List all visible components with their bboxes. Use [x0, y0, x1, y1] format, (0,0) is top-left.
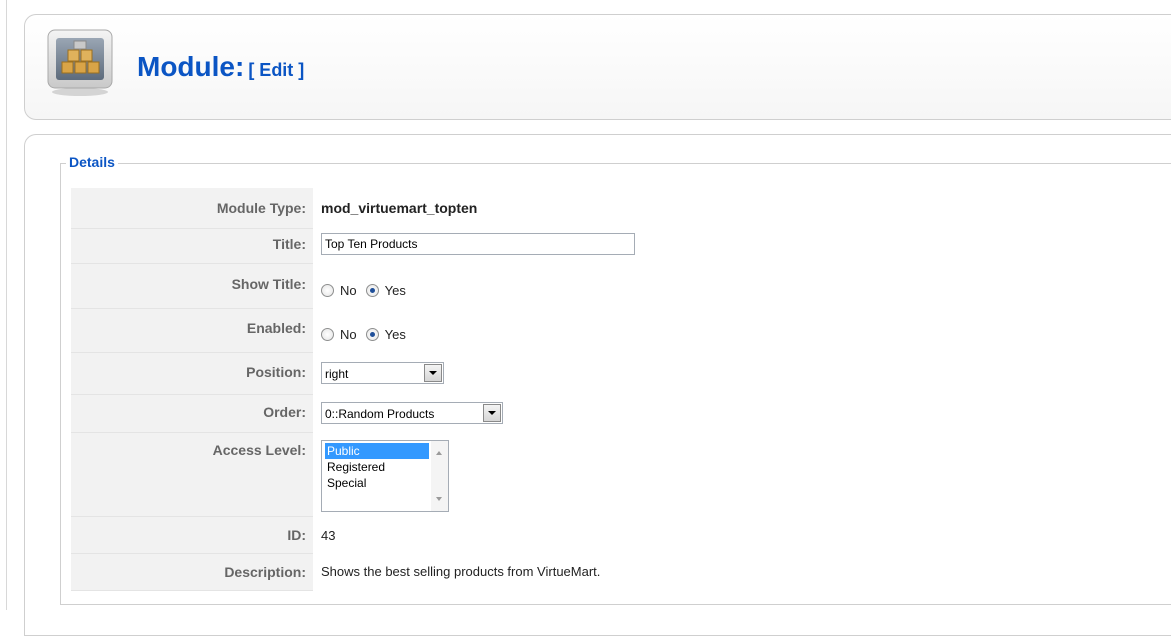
page-title: Module:[ Edit ]: [137, 49, 304, 88]
module-box-icon: [46, 28, 114, 98]
description-row: Description: Shows the best selling prod…: [71, 554, 1171, 591]
position-label: Position:: [71, 353, 313, 395]
page-left-border: [6, 0, 7, 610]
enabled-label: Enabled:: [71, 309, 313, 353]
access-level-option-registered[interactable]: Registered: [325, 459, 429, 475]
access-level-option-special[interactable]: Special: [325, 475, 429, 491]
enabled-no-radio[interactable]: [321, 327, 334, 341]
page-title-text: Module:: [137, 51, 245, 82]
description-value: Shows the best selling products from Vir…: [321, 564, 601, 579]
title-row: Title:: [71, 229, 1171, 264]
access-level-option-public[interactable]: Public: [325, 443, 429, 459]
show-title-yes-label: Yes: [384, 283, 406, 298]
id-label: ID:: [71, 517, 313, 554]
position-select[interactable]: right: [321, 362, 444, 384]
details-legend: Details: [66, 153, 118, 171]
position-dropdown-button[interactable]: [424, 364, 442, 382]
order-dropdown-button[interactable]: [483, 404, 501, 422]
show-title-row: Show Title: No Yes: [71, 264, 1171, 309]
enabled-no-label: No: [340, 326, 357, 342]
position-select-value: right: [325, 367, 349, 381]
show-title-label: Show Title:: [71, 264, 313, 309]
id-value: 43: [321, 528, 336, 543]
order-label: Order:: [71, 395, 313, 433]
module-type-row: Module Type: mod_virtuemart_topten: [71, 188, 1171, 229]
id-row: ID: 43: [71, 517, 1171, 554]
access-level-row: Access Level: Public Registered Special: [71, 433, 1171, 517]
order-select-value: 0::Random Products: [325, 407, 435, 421]
order-row: Order: 0::Random Products: [71, 395, 1171, 433]
title-input[interactable]: [321, 233, 635, 255]
chevron-down-icon: [429, 371, 437, 375]
show-title-yes-radio[interactable]: [365, 284, 379, 297]
access-level-label: Access Level:: [71, 433, 313, 517]
edit-mode-tag: [ Edit ]: [248, 60, 305, 80]
show-title-no-radio[interactable]: [321, 284, 334, 297]
module-type-value: mod_virtuemart_topten: [321, 200, 478, 216]
enabled-yes-label: Yes: [384, 326, 406, 342]
title-label: Title:: [71, 229, 313, 264]
chevron-down-icon: [488, 411, 496, 415]
enabled-radio-group: No Yes: [321, 312, 415, 356]
page-header-panel: Module:[ Edit ]: [24, 14, 1171, 120]
access-level-scrollbar[interactable]: [431, 441, 448, 511]
scroll-down-icon[interactable]: [436, 497, 442, 501]
access-level-listbox[interactable]: Public Registered Special: [321, 440, 449, 512]
description-label: Description:: [71, 554, 313, 591]
enabled-yes-radio[interactable]: [365, 327, 379, 341]
show-title-radio-group: No Yes: [321, 268, 415, 313]
position-row: Position: right: [71, 353, 1171, 395]
show-title-no-label: No: [340, 283, 357, 298]
enabled-row: Enabled: No Yes: [71, 309, 1171, 353]
module-type-label: Module Type:: [71, 188, 313, 229]
scroll-up-icon[interactable]: [436, 451, 442, 455]
order-select[interactable]: 0::Random Products: [321, 402, 503, 424]
